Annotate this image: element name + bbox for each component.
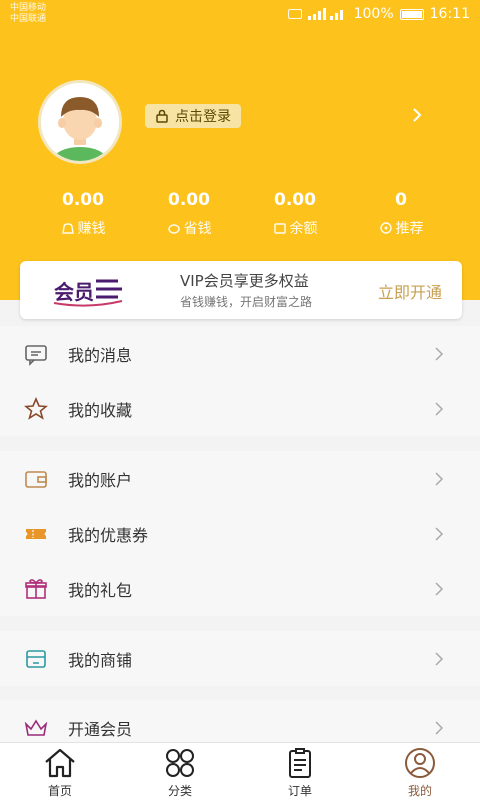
login-label: 点击登录 <box>175 109 231 125</box>
status-bar: 中国移动 中国联通 100% 16:11 <box>0 0 480 30</box>
stats-row: 0.00 赚钱 0.00 省钱 0.00 余额 0 推荐 <box>0 190 480 240</box>
menu-group-1: 我的消息 我的收藏 <box>0 326 480 436</box>
hd-icon <box>287 9 302 19</box>
vip-title: VIP会员享更多权益 <box>180 272 309 290</box>
menu-item-favorites[interactable]: 我的收藏 <box>0 381 480 436</box>
tab-category[interactable]: 分类 <box>140 747 220 799</box>
login-button[interactable]: 点击登录 <box>145 104 241 128</box>
shop-icon <box>26 649 46 668</box>
menu-item-gifts[interactable]: 我的礼包 <box>0 561 480 616</box>
menu-label-account: 我的账户 <box>68 470 133 490</box>
category-icon <box>166 749 194 777</box>
tab-home[interactable]: 首页 <box>20 747 100 799</box>
chevron-right-icon <box>435 581 444 596</box>
gift-icon <box>25 578 47 599</box>
menu-item-messages[interactable]: 我的消息 <box>0 326 480 381</box>
avatar[interactable] <box>38 80 122 164</box>
clock: 16:11 <box>429 6 470 22</box>
wallet-icon <box>273 223 286 234</box>
stat-refer[interactable]: 0 推荐 <box>346 190 456 238</box>
stat-save-value: 0.00 <box>168 190 210 210</box>
stat-refer-label: 推荐 <box>395 221 424 237</box>
status-icons: 100% 16:11 <box>287 6 470 22</box>
chevron-right-icon <box>435 526 444 541</box>
stat-save[interactable]: 0.00 省钱 <box>134 190 244 238</box>
tab-orders-label: 订单 <box>287 784 312 798</box>
tab-home-label: 首页 <box>47 784 72 798</box>
menu-item-shop[interactable]: 我的商铺 <box>0 631 480 686</box>
menu-label-messages: 我的消息 <box>68 345 133 365</box>
battery-icon <box>399 8 424 20</box>
menu-item-coupons[interactable]: 我的优惠券 <box>0 506 480 561</box>
coupon-icon <box>26 528 46 539</box>
tab-orders[interactable]: 订单 <box>260 747 340 799</box>
chevron-right-icon <box>435 651 444 666</box>
carrier-1: 中国移动 <box>10 3 47 13</box>
stat-earn-value: 0.00 <box>62 190 104 210</box>
bottom-tab-bar: 首页 分类 订单 我的 <box>0 742 480 800</box>
menu-group-4: 开通会员 <box>0 700 480 742</box>
svg-text:会员: 会员 <box>54 280 94 304</box>
stat-earn[interactable]: 0.00 赚钱 <box>28 190 138 238</box>
vip-subtitle: 省钱赚钱，开启财富之路 <box>180 295 313 309</box>
carrier-info: 中国移动 中国联通 <box>10 3 46 25</box>
tab-category-label: 分类 <box>167 784 192 798</box>
stat-balance[interactable]: 0.00 余额 <box>240 190 350 238</box>
default-avatar-icon <box>41 83 119 161</box>
chevron-right-icon <box>435 346 444 361</box>
tab-mine-label: 我的 <box>407 784 432 798</box>
piggy-icon <box>167 224 180 234</box>
stat-balance-value: 0.00 <box>274 190 316 210</box>
menu-group-3: 我的商铺 <box>0 631 480 686</box>
lock-icon <box>156 109 168 123</box>
stat-save-label: 省钱 <box>183 221 212 237</box>
chevron-right-icon <box>435 471 444 486</box>
chevron-right-icon <box>435 401 444 416</box>
vip-open-button[interactable]: 立即开通 <box>378 279 442 303</box>
share-icon <box>379 222 392 234</box>
message-icon <box>25 344 47 366</box>
menu-label-coupons: 我的优惠券 <box>68 525 149 545</box>
stat-earn-label: 赚钱 <box>77 221 106 237</box>
menu-label-gifts: 我的礼包 <box>68 580 133 600</box>
stat-refer-value: 0 <box>395 190 407 210</box>
menu-label-shop: 我的商铺 <box>68 650 133 670</box>
profile-icon <box>405 748 435 778</box>
star-icon <box>24 396 48 420</box>
menu-label-membership: 开通会员 <box>68 720 133 739</box>
menu-group-2: 我的账户 我的优惠券 我的礼包 <box>0 451 480 616</box>
chevron-right-icon <box>435 721 444 735</box>
menu-label-favorites: 我的收藏 <box>68 400 133 420</box>
tab-mine[interactable]: 我的 <box>380 747 460 799</box>
vip-banner[interactable]: 会员 VIP会员享更多权益 省钱赚钱，开启财富之路 立即开通 <box>20 261 462 319</box>
carrier-2: 中国联通 <box>10 14 47 24</box>
chevron-right-icon[interactable] <box>410 108 424 122</box>
battery-percent: 100% <box>353 6 394 22</box>
stat-balance-label: 余额 <box>289 221 318 237</box>
vip-logo: 会员 <box>53 279 123 307</box>
order-icon <box>289 748 311 778</box>
signal-icon <box>307 8 343 20</box>
home-icon <box>45 748 75 778</box>
wallet-icon <box>25 470 47 488</box>
menu-item-membership[interactable]: 开通会员 <box>0 700 480 742</box>
money-bag-icon <box>61 223 74 234</box>
crown-icon <box>24 719 48 736</box>
menu-item-account[interactable]: 我的账户 <box>0 451 480 506</box>
